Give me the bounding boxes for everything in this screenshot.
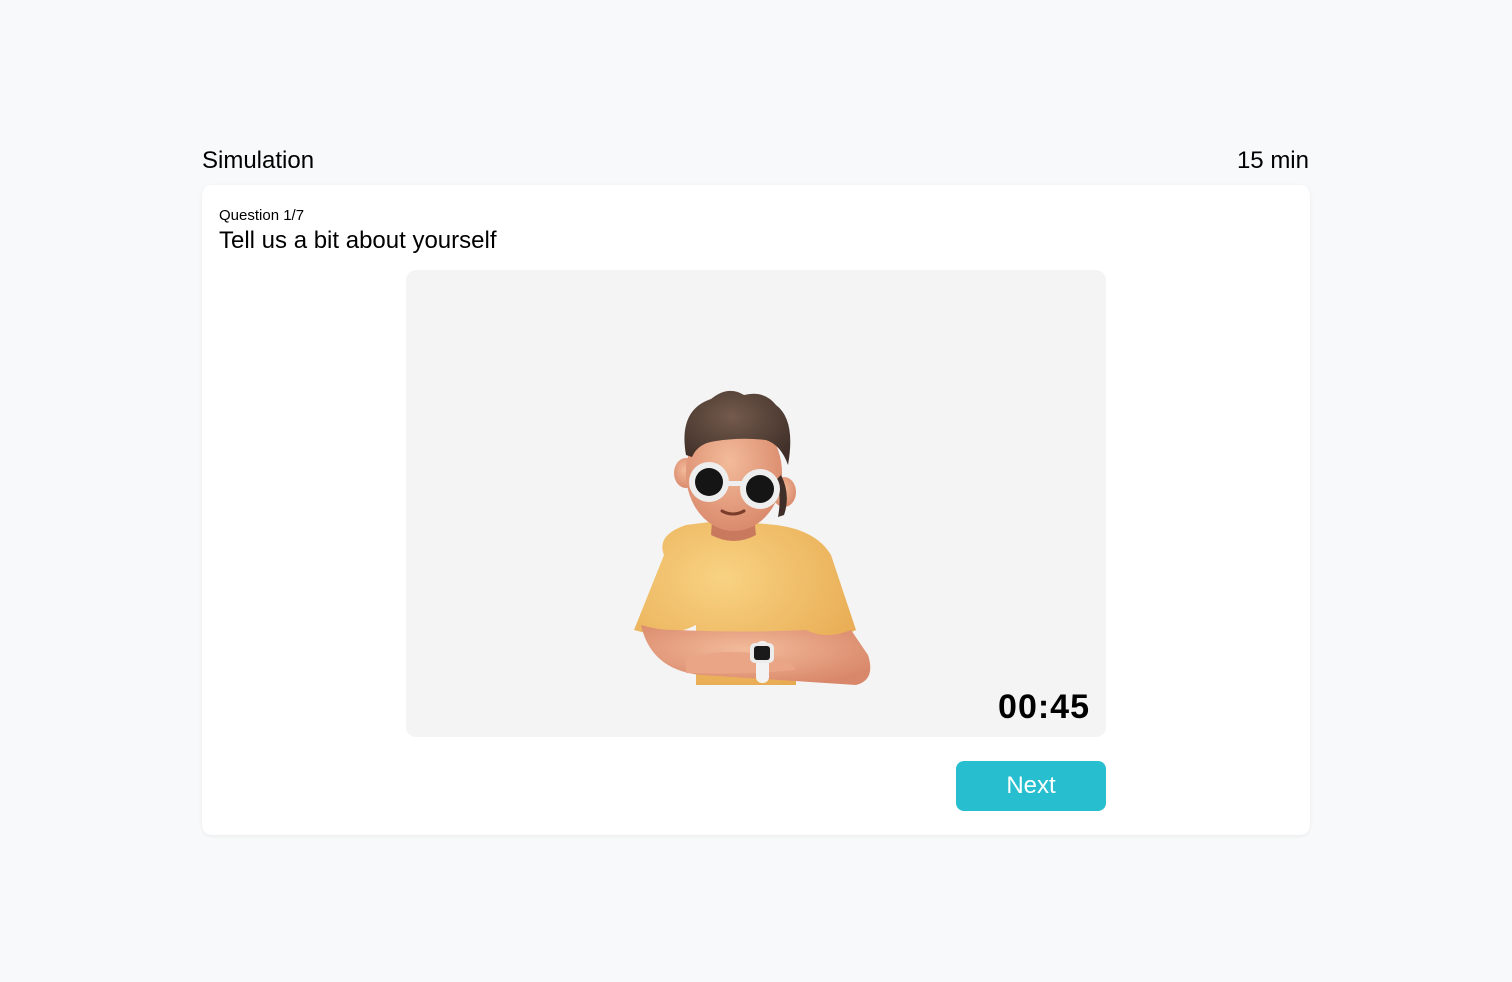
question-counter: Question 1/7 [219, 207, 305, 224]
simulation-page: Simulation 15 min Question 1/7 Tell us a… [0, 0, 1512, 982]
avatar-3d-person-icon [634, 390, 871, 685]
page-title: Simulation [202, 147, 315, 174]
countdown-timer: 00:45 [998, 688, 1090, 726]
question-card: Question 1/7 Tell us a bit about yoursel… [202, 185, 1310, 835]
next-button[interactable]: Next [956, 761, 1106, 811]
question-text: Tell us a bit about yourself [219, 227, 497, 254]
video-player[interactable]: 00:45 [406, 270, 1106, 737]
duration-label: 15 min [1236, 147, 1309, 174]
